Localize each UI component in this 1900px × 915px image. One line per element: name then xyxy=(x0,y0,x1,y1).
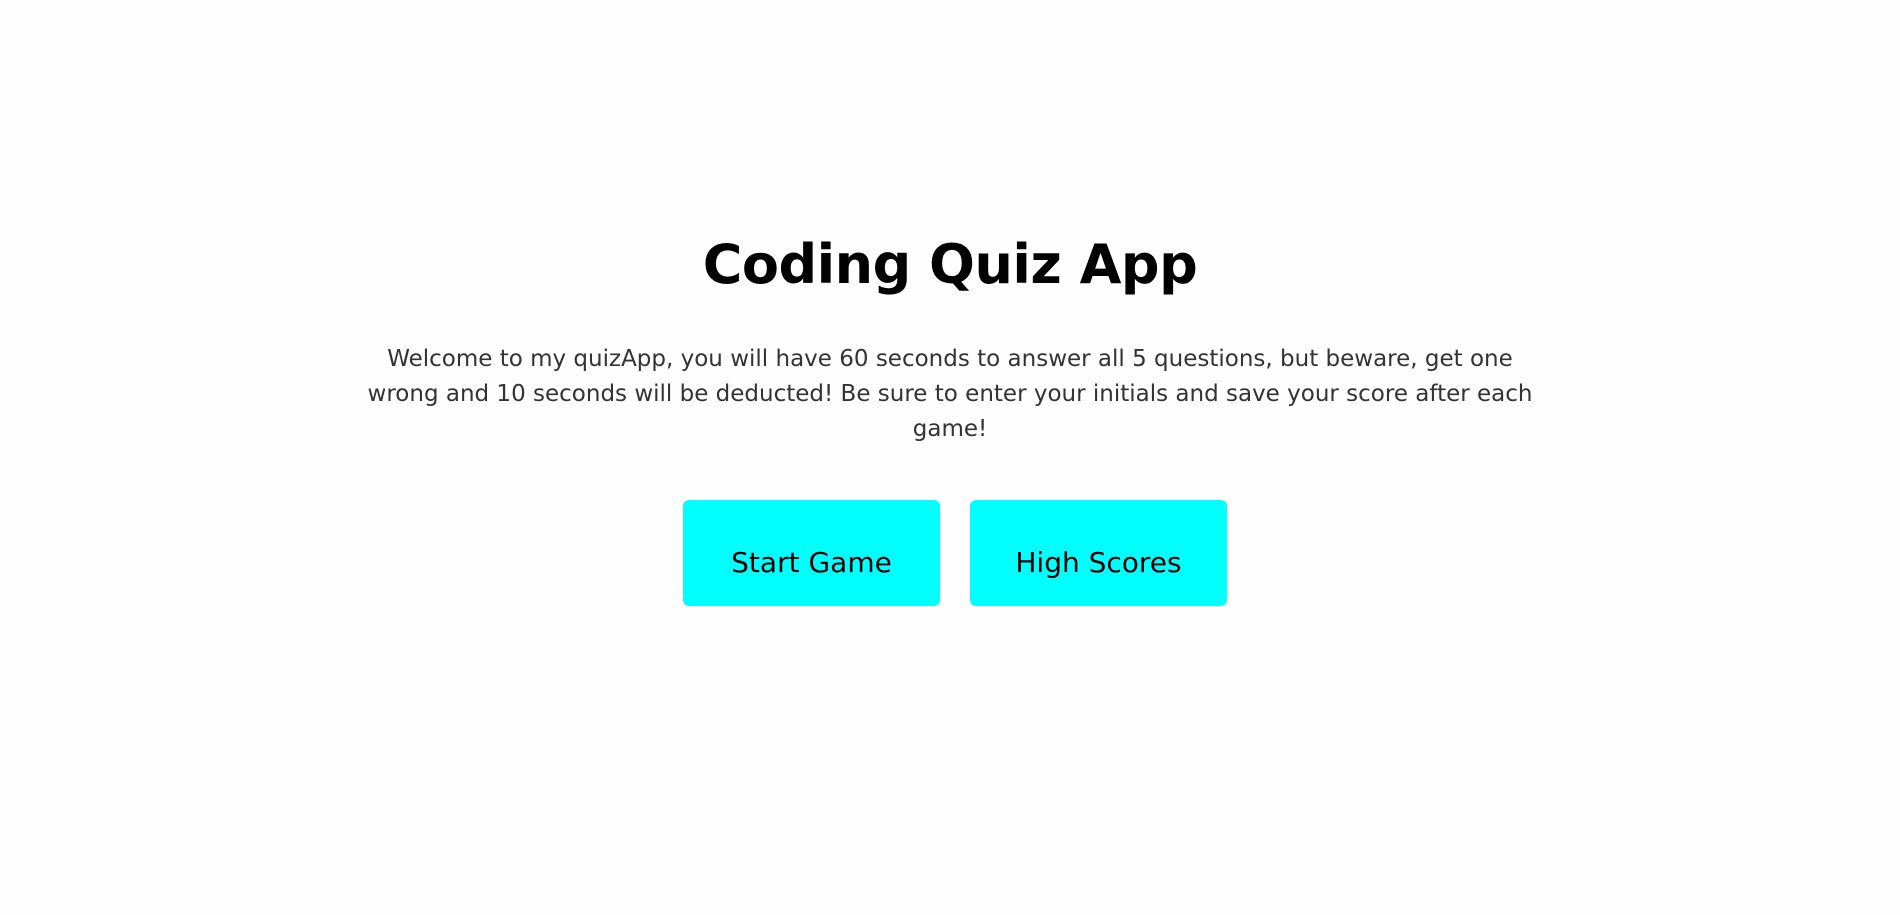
action-buttons: Start Game High Scores xyxy=(683,500,1228,606)
quiz-start-page: Coding Quiz App Welcome to my quizApp, y… xyxy=(0,0,1900,915)
high-scores-button[interactable]: High Scores xyxy=(970,500,1227,606)
page-title: Coding Quiz App xyxy=(702,233,1198,296)
start-game-button[interactable]: Start Game xyxy=(683,500,940,606)
intro-text: Welcome to my quizApp, you will have 60 … xyxy=(367,346,1533,442)
